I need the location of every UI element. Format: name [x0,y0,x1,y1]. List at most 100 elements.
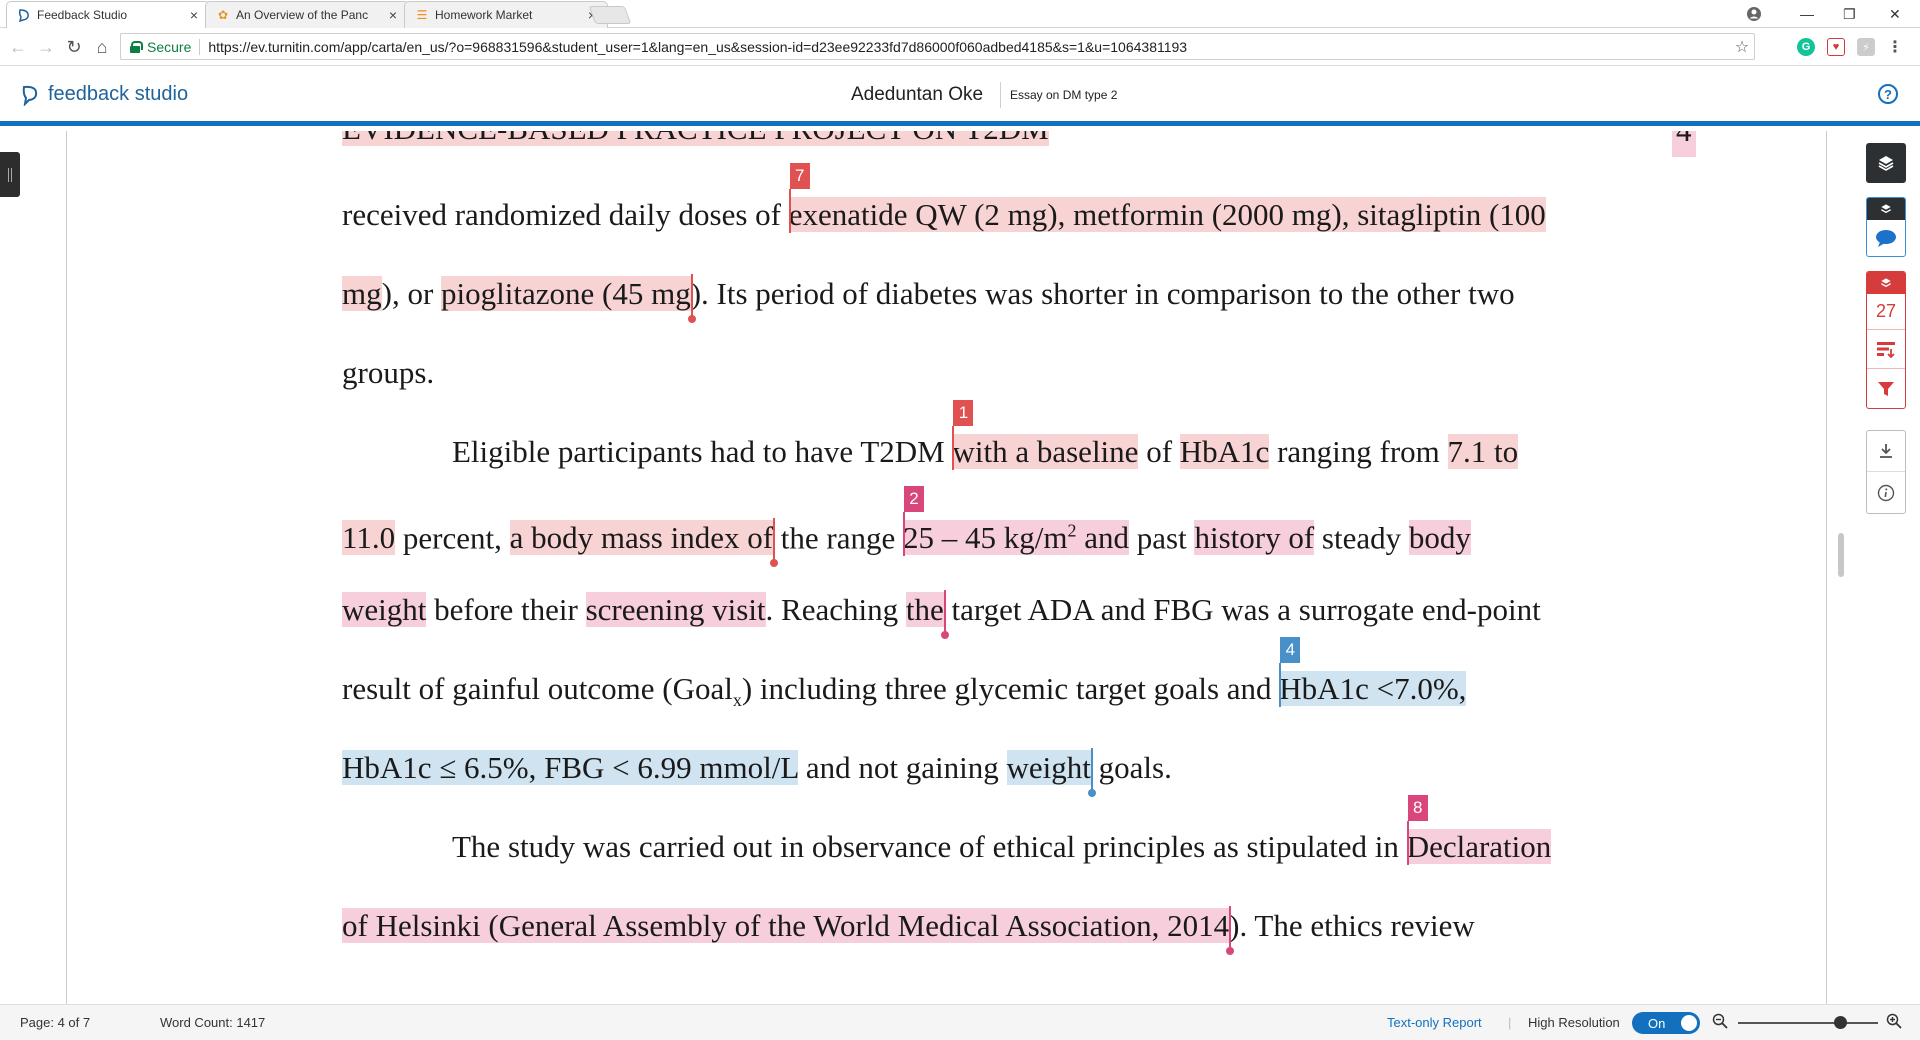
profile-icon[interactable] [1746,0,1762,28]
address-toolbar: ← → ↻ ⌂ Secure https://ev.turnitin.com/a… [0,28,1920,66]
zoom-in-icon[interactable] [1886,1013,1904,1031]
match-highlight-7[interactable]: mg [342,276,382,311]
subscript: x [732,690,742,711]
match-highlight-2[interactable]: history of [1194,520,1315,556]
match-marker-2[interactable]: 2 [904,486,925,513]
bookmark-star-icon[interactable]: ☆ [1730,37,1754,57]
filter-button[interactable] [1867,369,1905,408]
footer-divider: | [1508,1015,1512,1030]
match-highlight-7[interactable]: 7 exenatide QW (2 mg), metformin (2000 mg… [788,163,1546,233]
text-span: received randomized daily doses of [342,197,789,232]
grammarly-extension-icon[interactable]: G [1797,38,1815,56]
match-highlight-1[interactable]: 7.1 to [1447,434,1519,469]
match-highlight-7[interactable]: pioglitazone (45 mg [441,274,696,323]
match-highlight-1[interactable]: HbA1c [1179,434,1270,469]
browser-menu-icon[interactable]: ⋮ [1886,38,1904,56]
zoom-slider-track[interactable] [1738,1022,1878,1024]
zoom-out-icon[interactable] [1712,1013,1730,1031]
match-marker-7[interactable]: 7 [789,163,810,189]
match-highlight-4[interactable]: HbA1c ≤ 6.5%, FBG < 6.99 mmol/L [342,750,799,785]
text-span: ). The ethics review [1229,908,1475,943]
text-span: of [1138,434,1180,469]
zoom-slider-handle[interactable] [1834,1016,1848,1029]
comments-button[interactable] [1867,220,1905,256]
text-line: groups. [342,353,434,393]
match-highlight-8[interactable]: 8 Declaration [1406,795,1552,865]
match-highlight-2[interactable]: body [1408,520,1471,556]
brand-logo[interactable]: feedback studio [20,83,188,106]
help-icon[interactable]: ? [1878,84,1898,104]
close-tab-icon[interactable]: × [187,7,201,23]
close-tab-icon[interactable]: × [386,7,400,23]
layers-icon [1878,156,1894,171]
high-resolution-toggle[interactable]: On [1632,1012,1700,1034]
submission-info-button[interactable] [1867,472,1905,513]
secure-label: Secure [147,38,192,55]
grading-layer-cap[interactable] [1867,198,1905,220]
paper-page: EVIDENCE-BASED PRACTICE PROJECT ON T2DM … [66,131,1827,1004]
match-marker-1[interactable]: 1 [953,400,974,426]
minimize-window-icon[interactable]: — [1800,0,1814,28]
reload-icon[interactable]: ↻ [64,37,84,57]
match-end-pin [770,518,779,568]
tab-homework-market[interactable]: ☰ Homework Market × [404,1,608,28]
match-highlight-4[interactable]: weight [1006,748,1096,797]
app-header: feedback studio Adeduntan Oke Essay on D… [0,66,1920,126]
match-highlight-1[interactable]: a body mass index of [509,518,779,568]
text-span: . Reaching [765,592,906,627]
text-line: result of gainful outcome (Goalx) includ… [342,637,1467,711]
brand-name: feedback studio [48,83,189,105]
pocket-extension-icon[interactable]: ♥ [1827,38,1845,56]
superscript: 2 [1067,521,1077,541]
url-bar[interactable]: Secure https://ev.turnitin.com/app/carta… [120,33,1755,60]
text-only-report-link[interactable]: Text-only Report [1387,1015,1482,1030]
forward-arrow-icon[interactable]: → [36,37,56,57]
layers-button[interactable] [1866,143,1906,183]
tab-feedback-studio[interactable]: Feedback Studio × [6,1,210,28]
text-span: percent, [395,520,510,556]
match-end-pin [687,274,696,323]
scrollbar-thumb[interactable] [1838,533,1844,577]
text-line: mg), or pioglitazone (45 mg). Its period… [342,274,1515,323]
match-text: with a baseline [952,434,1139,469]
match-highlight-1[interactable]: 1 with a baseline [952,400,1139,470]
match-highlight-2[interactable]: the [905,590,949,639]
match-highlight-8[interactable]: of Helsinki (General Assembly of the Wor… [342,906,1235,955]
text-span: the range [773,520,904,556]
extension-icon[interactable]: ⚡ [1857,38,1875,56]
text-span: and not gaining [798,750,1007,785]
text-span: Eligible participants had to have T2DM [452,434,953,469]
similarity-layer-cap[interactable] [1867,272,1905,294]
text-span: The study was carried out in observance … [452,829,1407,864]
home-icon[interactable]: ⌂ [92,37,112,57]
heading-text[interactable]: EVIDENCE-BASED PRACTICE PROJECT ON T2DM [342,131,1049,146]
match-marker-8[interactable]: 8 [1407,795,1428,821]
match-highlight-1[interactable]: 11.0 [342,520,396,556]
layers-icon [1881,204,1891,214]
left-panel-toggle[interactable] [0,152,20,197]
feedback-studio-favicon-icon [17,8,31,22]
similarity-layer-group: 27 [1866,271,1906,409]
similarity-score[interactable]: 27 [1867,294,1905,330]
match-text: the [905,592,944,627]
url-text[interactable]: https://ev.turnitin.com/app/carta/en_us/… [208,39,1730,55]
match-overview-button[interactable] [1867,330,1905,369]
download-button[interactable] [1867,431,1905,472]
match-text: exenatide QW (2 mg), metformin (2000 mg)… [788,197,1546,232]
browser-tab-bar: Feedback Studio × ✿ An Overview of the P… [0,0,1920,28]
match-text: 25 – 45 kg/m [903,520,1068,556]
match-highlight-4[interactable]: 4 HbA1c <7.0%, [1279,637,1467,707]
match-marker-4[interactable]: 4 [1280,637,1301,663]
restore-window-icon[interactable]: ❐ [1843,0,1856,28]
match-highlight-2[interactable]: weight [342,592,427,627]
new-tab-button[interactable] [588,6,632,24]
text-span: past [1129,520,1195,556]
match-highlight-2[interactable]: screening visit [585,592,766,627]
match-end-pin [1087,748,1096,797]
match-highlight-2[interactable]: 2 25 – 45 kg/m2 and [903,486,1130,557]
back-arrow-icon[interactable]: ← [8,37,28,57]
tab-overview-pancreas[interactable]: ✿ An Overview of the Panc × [205,1,409,28]
close-window-icon[interactable]: ✕ [1889,0,1901,28]
grading-layer-group [1866,197,1906,257]
text-line: The study was carried out in observance … [452,795,1552,867]
